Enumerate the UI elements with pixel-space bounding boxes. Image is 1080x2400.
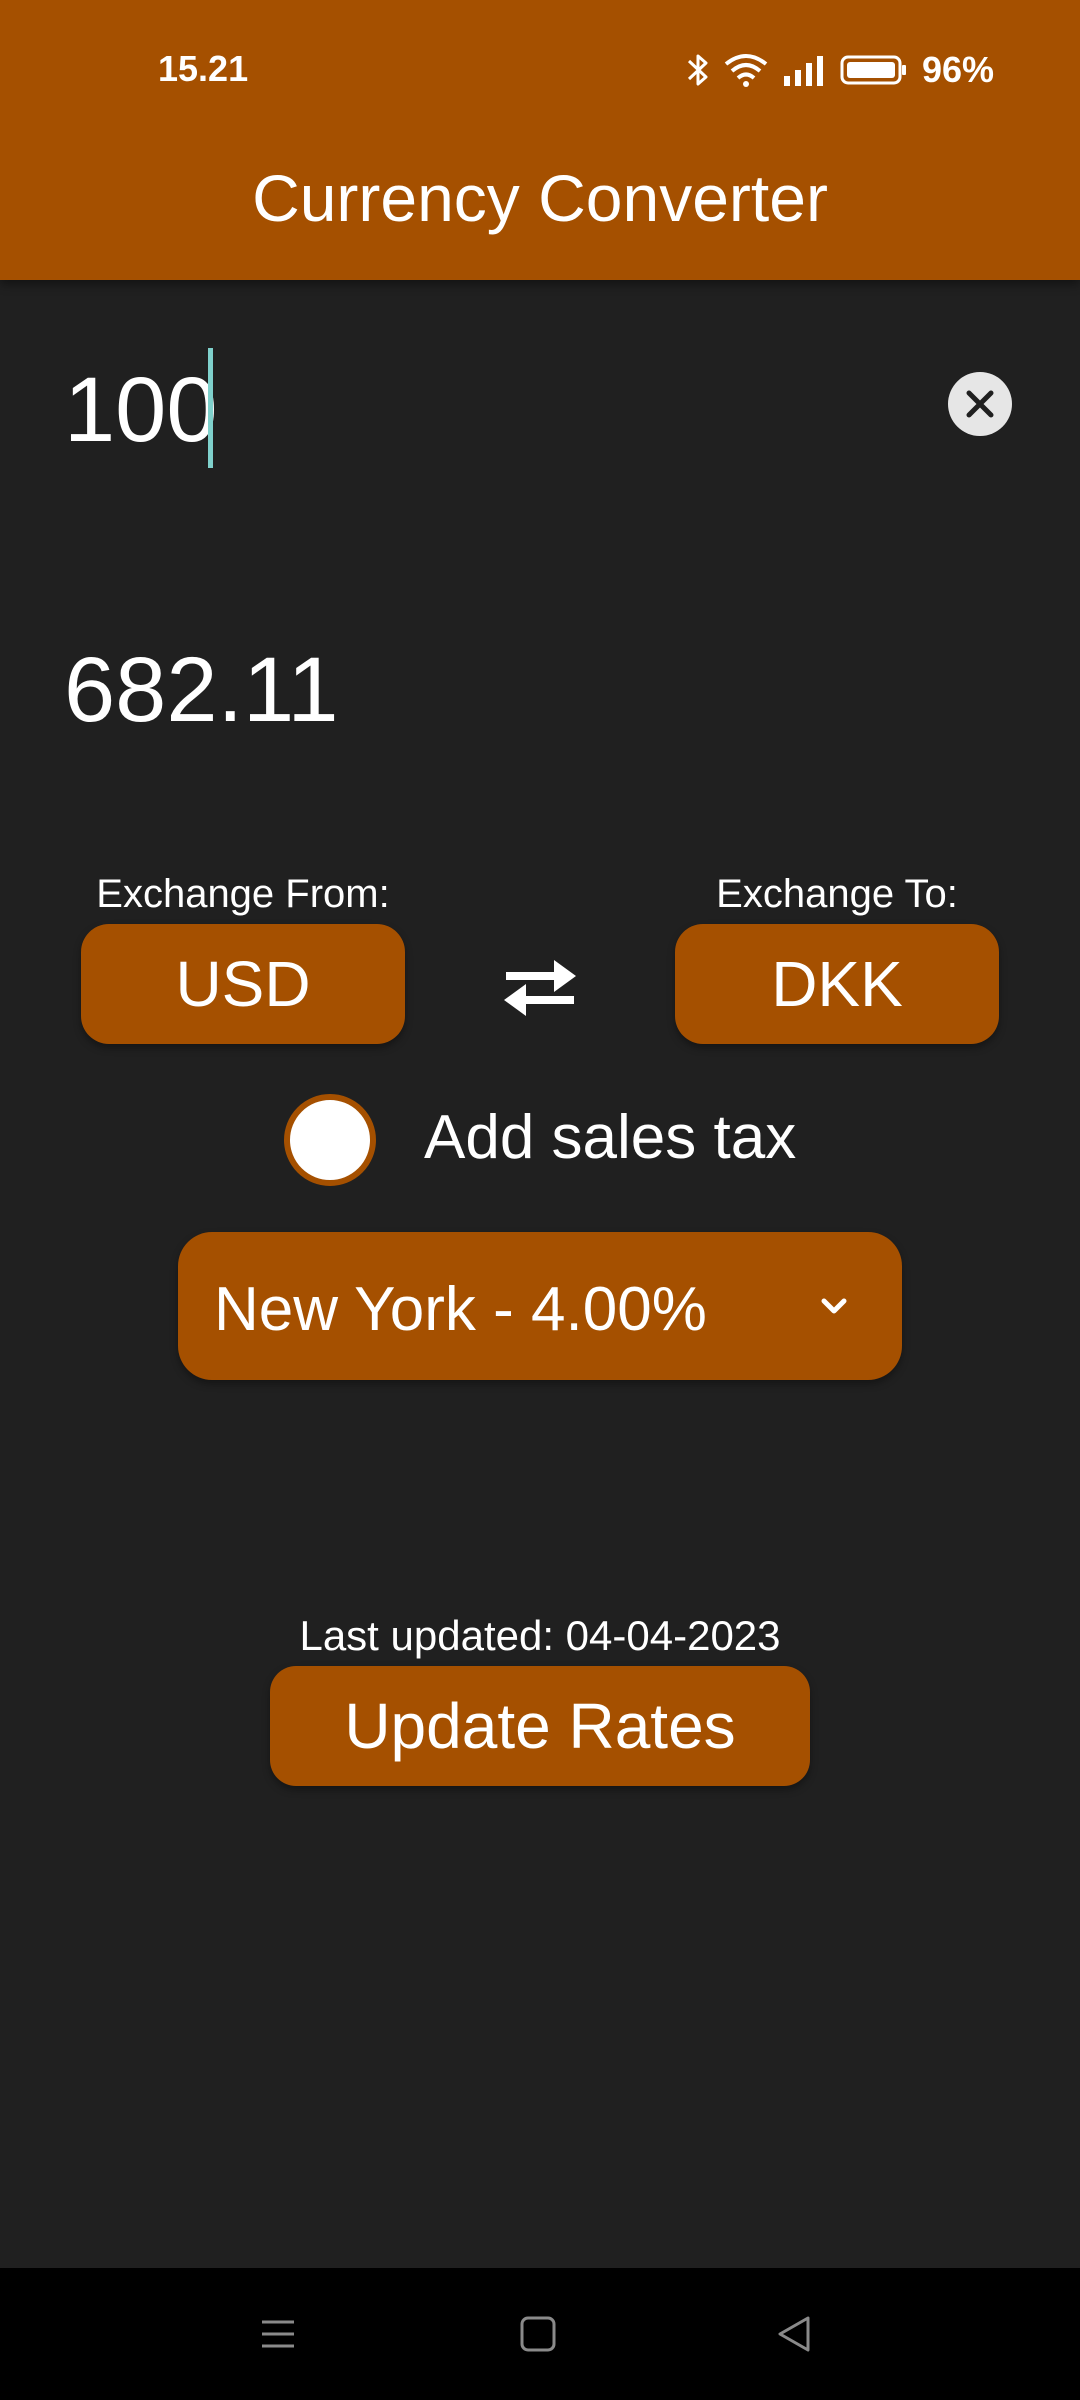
update-rates-button[interactable]: Update Rates (270, 1666, 810, 1786)
clear-button[interactable] (948, 372, 1012, 436)
menu-button[interactable] (254, 2310, 302, 2358)
exchange-to-label: Exchange To: (716, 872, 958, 916)
tax-state-dropdown[interactable]: New York - 4.00% (178, 1232, 902, 1380)
back-button[interactable] (770, 2310, 818, 2358)
sales-tax-radio[interactable] (284, 1094, 376, 1186)
bluetooth-icon (686, 52, 710, 88)
close-icon (966, 390, 994, 418)
wifi-icon (724, 52, 768, 88)
to-currency-button[interactable]: DKK (675, 924, 999, 1044)
system-nav-bar (0, 2268, 1080, 2400)
last-updated-text: Last updated: 04-04-2023 (299, 1612, 781, 1659)
menu-icon (262, 2320, 294, 2348)
battery-icon (840, 52, 908, 88)
signal-icon (782, 52, 826, 88)
chevron-down-icon (821, 1298, 847, 1314)
home-button[interactable] (514, 2310, 562, 2358)
tax-state-value: New York - 4.00% (214, 1275, 707, 1344)
battery-percentage: 96% (921, 49, 994, 90)
from-currency-button[interactable]: USD (81, 924, 405, 1044)
home-icon (520, 2316, 556, 2352)
back-icon (778, 2316, 810, 2352)
swap-arrows-icon (504, 960, 576, 1016)
amount-input[interactable]: 100 (64, 360, 218, 460)
converted-result: 682.11 (64, 639, 339, 741)
status-icons: 96% (686, 46, 994, 94)
sales-tax-label: Add sales tax (424, 1103, 797, 1172)
exchange-from-label: Exchange From: (96, 872, 390, 916)
text-cursor (208, 348, 213, 468)
status-time: 15.21 (158, 48, 249, 89)
swap-currencies-button[interactable] (496, 952, 584, 1024)
app-bar: 15.21 96% Currency Converter (0, 0, 1080, 280)
app-title: Currency Converter (252, 161, 828, 235)
